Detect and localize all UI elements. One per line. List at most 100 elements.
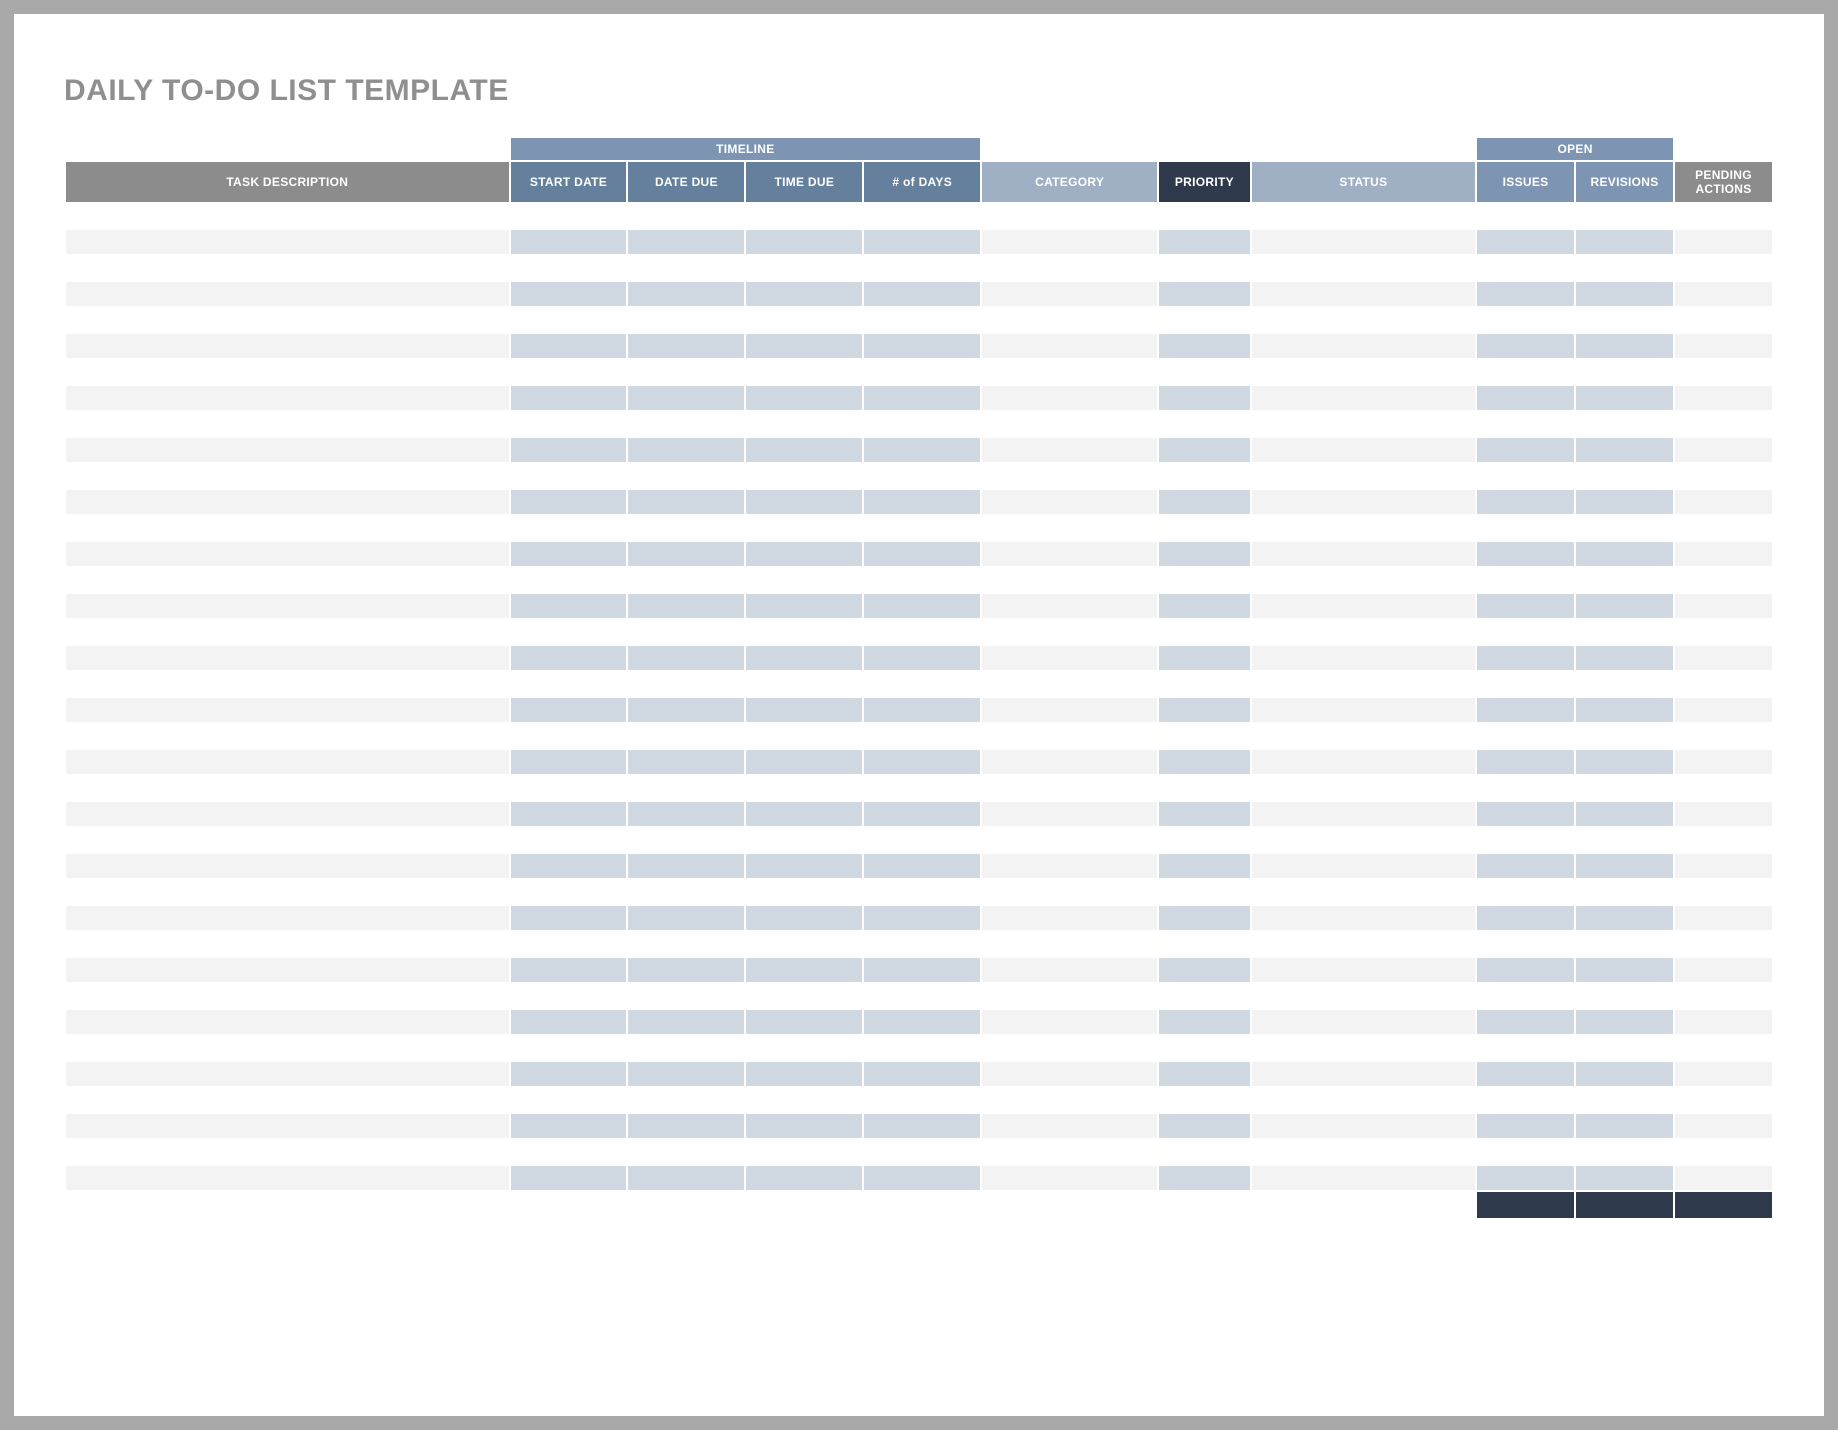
cell-task-description[interactable] — [66, 308, 509, 332]
cell-category[interactable] — [982, 412, 1157, 436]
cell-start-date[interactable] — [511, 698, 627, 722]
cell-issues[interactable] — [1477, 1088, 1574, 1112]
cell-num-days[interactable] — [864, 620, 980, 644]
cell-priority[interactable] — [1159, 308, 1250, 332]
cell-status[interactable] — [1252, 880, 1475, 904]
cell-status[interactable] — [1252, 282, 1475, 306]
cell-task-description[interactable] — [66, 1166, 509, 1190]
cell-revisions[interactable] — [1576, 828, 1673, 852]
cell-pending-actions[interactable] — [1675, 282, 1772, 306]
cell-status[interactable] — [1252, 568, 1475, 592]
cell-pending-actions[interactable] — [1675, 464, 1772, 488]
cell-task-description[interactable] — [66, 984, 509, 1008]
cell-pending-actions[interactable] — [1675, 1114, 1772, 1138]
cell-task-description[interactable] — [66, 932, 509, 956]
cell-issues[interactable] — [1477, 412, 1574, 436]
cell-num-days[interactable] — [864, 594, 980, 618]
cell-status[interactable] — [1252, 672, 1475, 696]
cell-task-description[interactable] — [66, 204, 509, 228]
cell-num-days[interactable] — [864, 568, 980, 592]
cell-pending-actions[interactable] — [1675, 542, 1772, 566]
cell-time-due[interactable] — [746, 386, 862, 410]
cell-task-description[interactable] — [66, 1062, 509, 1086]
cell-revisions[interactable] — [1576, 750, 1673, 774]
cell-priority[interactable] — [1159, 750, 1250, 774]
cell-time-due[interactable] — [746, 1088, 862, 1112]
cell-time-due[interactable] — [746, 698, 862, 722]
cell-start-date[interactable] — [511, 204, 627, 228]
cell-pending-actions[interactable] — [1675, 438, 1772, 462]
cell-start-date[interactable] — [511, 828, 627, 852]
cell-num-days[interactable] — [864, 1088, 980, 1112]
cell-pending-actions[interactable] — [1675, 750, 1772, 774]
cell-num-days[interactable] — [864, 308, 980, 332]
cell-task-description[interactable] — [66, 958, 509, 982]
cell-time-due[interactable] — [746, 1036, 862, 1060]
cell-status[interactable] — [1252, 802, 1475, 826]
cell-time-due[interactable] — [746, 438, 862, 462]
cell-category[interactable] — [982, 1140, 1157, 1164]
cell-task-description[interactable] — [66, 776, 509, 800]
cell-category[interactable] — [982, 828, 1157, 852]
cell-issues[interactable] — [1477, 308, 1574, 332]
cell-date-due[interactable] — [628, 412, 744, 436]
cell-time-due[interactable] — [746, 620, 862, 644]
cell-category[interactable] — [982, 386, 1157, 410]
cell-num-days[interactable] — [864, 282, 980, 306]
cell-pending-actions[interactable] — [1675, 620, 1772, 644]
cell-status[interactable] — [1252, 542, 1475, 566]
cell-date-due[interactable] — [628, 958, 744, 982]
cell-num-days[interactable] — [864, 1062, 980, 1086]
cell-task-description[interactable] — [66, 568, 509, 592]
cell-category[interactable] — [982, 334, 1157, 358]
cell-start-date[interactable] — [511, 308, 627, 332]
cell-category[interactable] — [982, 776, 1157, 800]
cell-pending-actions[interactable] — [1675, 1166, 1772, 1190]
cell-category[interactable] — [982, 1062, 1157, 1086]
cell-status[interactable] — [1252, 490, 1475, 514]
cell-issues[interactable] — [1477, 698, 1574, 722]
cell-revisions[interactable] — [1576, 854, 1673, 878]
cell-num-days[interactable] — [864, 802, 980, 826]
cell-issues[interactable] — [1477, 490, 1574, 514]
cell-task-description[interactable] — [66, 698, 509, 722]
cell-start-date[interactable] — [511, 776, 627, 800]
cell-pending-actions[interactable] — [1675, 412, 1772, 436]
cell-category[interactable] — [982, 646, 1157, 670]
cell-revisions[interactable] — [1576, 282, 1673, 306]
cell-category[interactable] — [982, 1010, 1157, 1034]
cell-date-due[interactable] — [628, 204, 744, 228]
cell-revisions[interactable] — [1576, 724, 1673, 748]
cell-revisions[interactable] — [1576, 698, 1673, 722]
cell-status[interactable] — [1252, 854, 1475, 878]
cell-time-due[interactable] — [746, 490, 862, 514]
cell-issues[interactable] — [1477, 230, 1574, 254]
cell-status[interactable] — [1252, 906, 1475, 930]
cell-pending-actions[interactable] — [1675, 672, 1772, 696]
cell-issues[interactable] — [1477, 1166, 1574, 1190]
cell-pending-actions[interactable] — [1675, 984, 1772, 1008]
cell-issues[interactable] — [1477, 932, 1574, 956]
cell-category[interactable] — [982, 620, 1157, 644]
cell-revisions[interactable] — [1576, 1036, 1673, 1060]
cell-category[interactable] — [982, 1114, 1157, 1138]
cell-start-date[interactable] — [511, 1010, 627, 1034]
cell-num-days[interactable] — [864, 204, 980, 228]
cell-issues[interactable] — [1477, 854, 1574, 878]
cell-num-days[interactable] — [864, 984, 980, 1008]
cell-pending-actions[interactable] — [1675, 360, 1772, 384]
cell-revisions[interactable] — [1576, 958, 1673, 982]
cell-priority[interactable] — [1159, 672, 1250, 696]
cell-time-due[interactable] — [746, 308, 862, 332]
cell-pending-actions[interactable] — [1675, 230, 1772, 254]
cell-date-due[interactable] — [628, 360, 744, 384]
cell-category[interactable] — [982, 958, 1157, 982]
cell-issues[interactable] — [1477, 464, 1574, 488]
cell-priority[interactable] — [1159, 880, 1250, 904]
cell-date-due[interactable] — [628, 490, 744, 514]
cell-task-description[interactable] — [66, 490, 509, 514]
cell-priority[interactable] — [1159, 1114, 1250, 1138]
cell-status[interactable] — [1252, 360, 1475, 384]
cell-pending-actions[interactable] — [1675, 958, 1772, 982]
cell-priority[interactable] — [1159, 1062, 1250, 1086]
